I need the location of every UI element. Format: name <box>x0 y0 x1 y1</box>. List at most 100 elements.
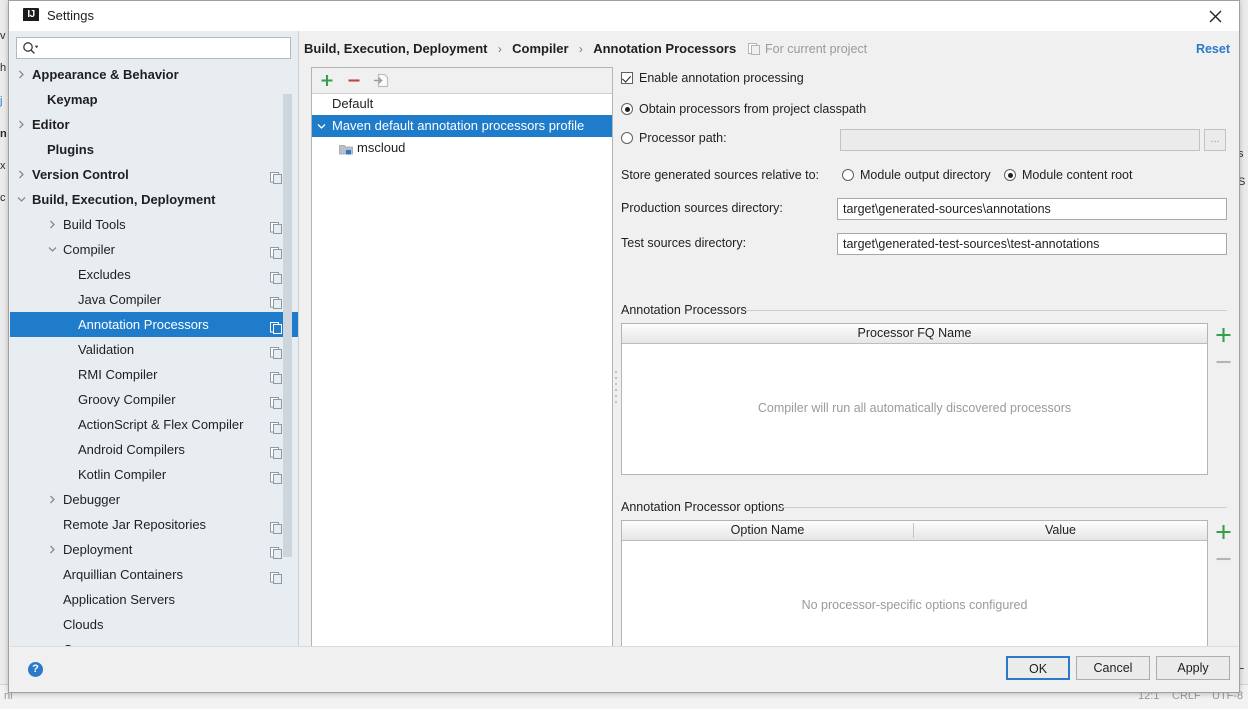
sidebar-item-appearance-behavior[interactable]: Appearance & Behavior <box>10 62 298 87</box>
profiles-toolbar <box>312 68 612 94</box>
profile-row[interactable]: Default <box>312 93 612 115</box>
sidebar-item-annotation-processors[interactable]: Annotation Processors <box>10 312 298 337</box>
settings-tree[interactable]: Appearance & Behavior Keymap Editor Plugins… <box>10 62 298 691</box>
sidebar-item-debugger[interactable]: Debugger <box>10 487 298 512</box>
sidebar-item-label: ActionScript & Flex Compiler <box>78 417 244 432</box>
module-output-directory-label: Module output directory <box>860 168 991 182</box>
sidebar-item-arquillian-containers[interactable]: Arquillian Containers <box>10 562 298 587</box>
enable-annotation-processing-checkbox[interactable] <box>621 72 633 84</box>
chevron-right-icon[interactable] <box>16 162 28 187</box>
chevron-right-icon[interactable] <box>47 487 59 512</box>
sidebar-item-rmi-compiler[interactable]: RMI Compiler <box>10 362 298 387</box>
sidebar-item-validation[interactable]: Validation <box>10 337 298 362</box>
sidebar-item-version-control[interactable]: Version Control <box>10 162 298 187</box>
profiles-panel: Default Maven default annotation processo… <box>311 67 613 653</box>
module-content-root-radio[interactable] <box>1004 169 1016 181</box>
sidebar-item-label: Application Servers <box>63 592 175 607</box>
processors-table-buttons <box>1210 323 1237 383</box>
sidebar-item-kotlin-compiler[interactable]: Kotlin Compiler <box>10 462 298 487</box>
remove-profile-button[interactable] <box>344 71 364 90</box>
search-icon <box>22 41 39 55</box>
chevron-right-icon[interactable] <box>16 62 28 87</box>
processor-path-row[interactable]: Processor path: <box>621 131 727 145</box>
add-processor-button[interactable] <box>1210 323 1237 349</box>
obtain-from-classpath-row[interactable]: Obtain processors from project classpath <box>621 102 866 116</box>
enable-annotation-processing-row[interactable]: Enable annotation processing <box>621 71 804 85</box>
close-icon[interactable] <box>1193 1 1239 31</box>
sidebar-scrollbar-thumb[interactable] <box>283 94 292 557</box>
profile-row[interactable]: Maven default annotation processors prof… <box>312 115 612 137</box>
apply-button[interactable]: Apply <box>1156 656 1230 680</box>
add-profile-button[interactable] <box>317 71 337 90</box>
sidebar-item-android-compilers[interactable]: Android Compilers <box>10 437 298 462</box>
breadcrumb-part-0[interactable]: Build, Execution, Deployment <box>304 41 487 56</box>
sidebar-item-label: Deployment <box>63 542 133 557</box>
move-to-profile-button[interactable] <box>371 71 391 90</box>
sidebar-item-compiler[interactable]: Compiler <box>10 237 298 262</box>
reset-link[interactable]: Reset <box>1196 42 1230 56</box>
options-group-title: Annotation Processor options <box>621 500 785 514</box>
sidebar-scrollbar-track[interactable] <box>283 62 295 691</box>
sidebar-item-label: Keymap <box>47 92 98 107</box>
copy-icon <box>270 518 282 534</box>
sidebar-item-java-compiler[interactable]: Java Compiler <box>10 287 298 312</box>
sidebar-item-groovy-compiler[interactable]: Groovy Compiler <box>10 387 298 412</box>
add-option-button[interactable] <box>1210 520 1237 546</box>
chevron-right-icon[interactable] <box>16 112 28 137</box>
copy-icon <box>270 268 282 284</box>
dialog-titlebar: IJ Settings <box>9 1 1239 31</box>
help-icon[interactable]: ? <box>28 662 43 677</box>
ok-button[interactable]: OK <box>1006 656 1070 680</box>
sidebar-item-remote-jar-repositories[interactable]: Remote Jar Repositories <box>10 512 298 537</box>
module-output-directory-radio[interactable] <box>842 169 854 181</box>
obtain-from-classpath-radio[interactable] <box>621 103 633 115</box>
test-sources-input[interactable] <box>837 233 1227 255</box>
processor-path-input[interactable] <box>840 129 1200 151</box>
remove-processor-button[interactable] <box>1210 349 1237 375</box>
sidebar-item-application-servers[interactable]: Application Servers <box>10 587 298 612</box>
copy-icon <box>270 468 282 484</box>
copy-icon <box>270 543 282 559</box>
sidebar-item-label: Excludes <box>78 267 131 282</box>
cancel-button[interactable]: Cancel <box>1076 656 1150 680</box>
chevron-right-icon[interactable] <box>47 537 59 562</box>
processors-table[interactable]: Processor FQ Name Compiler will run all … <box>621 323 1208 475</box>
processor-path-label: Processor path: <box>639 131 727 145</box>
production-sources-input[interactable] <box>837 198 1227 220</box>
for-current-project-label: For current project <box>765 42 868 56</box>
sidebar-item-build-tools[interactable]: Build Tools <box>10 212 298 237</box>
panel-splitter-handle[interactable] <box>612 367 619 405</box>
chevron-down-icon[interactable] <box>47 237 59 262</box>
options-column-header-0[interactable]: Option Name <box>622 521 913 540</box>
breadcrumb-separator: › <box>578 42 583 56</box>
sidebar-item-actionscript-flex-compiler[interactable]: ActionScript & Flex Compiler <box>10 412 298 437</box>
copy-icon <box>270 318 282 334</box>
for-current-project-note: For current project <box>748 42 867 58</box>
remove-option-button[interactable] <box>1210 546 1237 572</box>
sidebar-item-editor[interactable]: Editor <box>10 112 298 137</box>
obtain-from-classpath-label: Obtain processors from project classpath <box>639 102 867 116</box>
chevron-down-icon[interactable] <box>317 115 329 137</box>
chevron-right-icon[interactable] <box>47 212 59 237</box>
sidebar-item-plugins[interactable]: Plugins <box>10 137 298 162</box>
profile-row[interactable]: mscloud <box>312 137 612 159</box>
chevron-down-icon[interactable] <box>16 187 28 212</box>
module-content-root-row[interactable]: Module content root <box>1004 168 1133 182</box>
sidebar-item-clouds[interactable]: Clouds <box>10 612 298 637</box>
search-input[interactable] <box>43 40 287 58</box>
breadcrumb-part-1[interactable]: Compiler <box>512 41 568 56</box>
sidebar-item-excludes[interactable]: Excludes <box>10 262 298 287</box>
profile-row-label: Maven default annotation processors prof… <box>332 118 585 133</box>
search-box[interactable] <box>16 37 291 59</box>
sidebar-item-label: Build Tools <box>63 217 126 232</box>
processor-path-browse-button[interactable]: ... <box>1204 129 1226 151</box>
options-column-header-1[interactable]: Value <box>914 521 1207 540</box>
sidebar-item-label: Android Compilers <box>78 442 185 457</box>
sidebar-item-deployment[interactable]: Deployment <box>10 537 298 562</box>
sidebar-item-keymap[interactable]: Keymap <box>10 87 298 112</box>
processor-path-radio[interactable] <box>621 132 633 144</box>
processors-column-header-0[interactable]: Processor FQ Name <box>622 324 1207 343</box>
module-output-directory-row[interactable]: Module output directory <box>842 168 991 182</box>
sidebar-item-build-execution-deployment[interactable]: Build, Execution, Deployment <box>10 187 298 212</box>
copy-icon <box>270 218 282 234</box>
